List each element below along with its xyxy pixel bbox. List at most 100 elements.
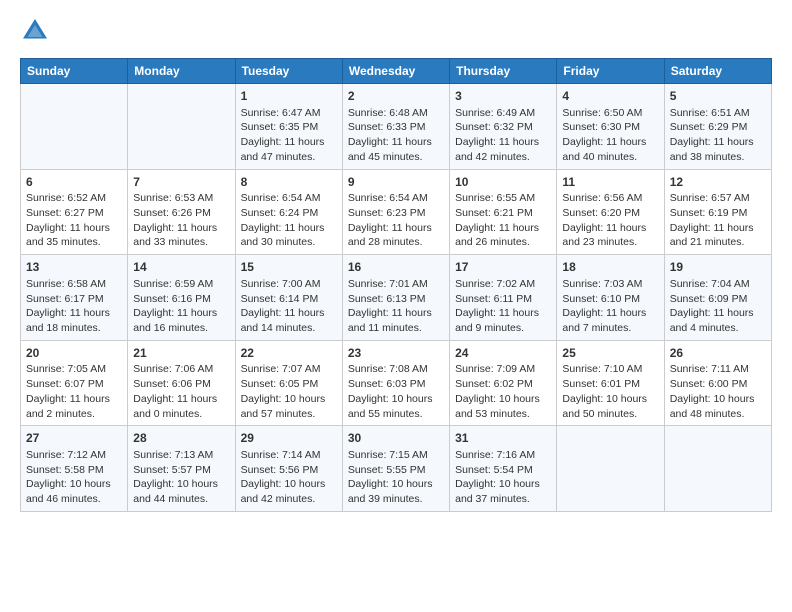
calendar-cell: 10Sunrise: 6:55 AM Sunset: 6:21 PM Dayli… [450, 169, 557, 255]
weekday-header: Wednesday [342, 59, 449, 84]
cell-content: Sunrise: 6:48 AM Sunset: 6:33 PM Dayligh… [348, 106, 444, 165]
logo [20, 16, 54, 46]
calendar-week: 6Sunrise: 6:52 AM Sunset: 6:27 PM Daylig… [21, 169, 772, 255]
calendar-cell: 20Sunrise: 7:05 AM Sunset: 6:07 PM Dayli… [21, 340, 128, 426]
day-number: 28 [133, 430, 229, 447]
cell-content: Sunrise: 6:56 AM Sunset: 6:20 PM Dayligh… [562, 191, 658, 250]
cell-content: Sunrise: 7:05 AM Sunset: 6:07 PM Dayligh… [26, 362, 122, 421]
calendar-cell: 19Sunrise: 7:04 AM Sunset: 6:09 PM Dayli… [664, 255, 771, 341]
day-number: 13 [26, 259, 122, 276]
calendar-cell: 24Sunrise: 7:09 AM Sunset: 6:02 PM Dayli… [450, 340, 557, 426]
weekday-header: Friday [557, 59, 664, 84]
day-number: 1 [241, 88, 337, 105]
cell-content: Sunrise: 6:52 AM Sunset: 6:27 PM Dayligh… [26, 191, 122, 250]
calendar-cell: 26Sunrise: 7:11 AM Sunset: 6:00 PM Dayli… [664, 340, 771, 426]
cell-content: Sunrise: 6:53 AM Sunset: 6:26 PM Dayligh… [133, 191, 229, 250]
calendar-cell: 11Sunrise: 6:56 AM Sunset: 6:20 PM Dayli… [557, 169, 664, 255]
cell-content: Sunrise: 7:15 AM Sunset: 5:55 PM Dayligh… [348, 448, 444, 507]
day-number: 3 [455, 88, 551, 105]
day-number: 6 [26, 174, 122, 191]
day-number: 10 [455, 174, 551, 191]
day-number: 27 [26, 430, 122, 447]
calendar-cell: 1Sunrise: 6:47 AM Sunset: 6:35 PM Daylig… [235, 84, 342, 170]
header-row: SundayMondayTuesdayWednesdayThursdayFrid… [21, 59, 772, 84]
cell-content: Sunrise: 7:16 AM Sunset: 5:54 PM Dayligh… [455, 448, 551, 507]
page-header [20, 16, 772, 46]
cell-content: Sunrise: 6:57 AM Sunset: 6:19 PM Dayligh… [670, 191, 766, 250]
cell-content: Sunrise: 6:59 AM Sunset: 6:16 PM Dayligh… [133, 277, 229, 336]
calendar-cell: 15Sunrise: 7:00 AM Sunset: 6:14 PM Dayli… [235, 255, 342, 341]
cell-content: Sunrise: 6:49 AM Sunset: 6:32 PM Dayligh… [455, 106, 551, 165]
cell-content: Sunrise: 7:06 AM Sunset: 6:06 PM Dayligh… [133, 362, 229, 421]
cell-content: Sunrise: 7:07 AM Sunset: 6:05 PM Dayligh… [241, 362, 337, 421]
calendar-body: 1Sunrise: 6:47 AM Sunset: 6:35 PM Daylig… [21, 84, 772, 512]
cell-content: Sunrise: 7:09 AM Sunset: 6:02 PM Dayligh… [455, 362, 551, 421]
calendar-cell [664, 426, 771, 512]
calendar-cell: 17Sunrise: 7:02 AM Sunset: 6:11 PM Dayli… [450, 255, 557, 341]
cell-content: Sunrise: 6:58 AM Sunset: 6:17 PM Dayligh… [26, 277, 122, 336]
cell-content: Sunrise: 7:04 AM Sunset: 6:09 PM Dayligh… [670, 277, 766, 336]
day-number: 21 [133, 345, 229, 362]
calendar-cell: 16Sunrise: 7:01 AM Sunset: 6:13 PM Dayli… [342, 255, 449, 341]
day-number: 5 [670, 88, 766, 105]
calendar-cell: 2Sunrise: 6:48 AM Sunset: 6:33 PM Daylig… [342, 84, 449, 170]
calendar-cell: 3Sunrise: 6:49 AM Sunset: 6:32 PM Daylig… [450, 84, 557, 170]
cell-content: Sunrise: 7:10 AM Sunset: 6:01 PM Dayligh… [562, 362, 658, 421]
day-number: 24 [455, 345, 551, 362]
day-number: 4 [562, 88, 658, 105]
calendar-cell: 27Sunrise: 7:12 AM Sunset: 5:58 PM Dayli… [21, 426, 128, 512]
cell-content: Sunrise: 6:55 AM Sunset: 6:21 PM Dayligh… [455, 191, 551, 250]
calendar-cell: 12Sunrise: 6:57 AM Sunset: 6:19 PM Dayli… [664, 169, 771, 255]
day-number: 2 [348, 88, 444, 105]
cell-content: Sunrise: 6:47 AM Sunset: 6:35 PM Dayligh… [241, 106, 337, 165]
calendar-cell [21, 84, 128, 170]
day-number: 31 [455, 430, 551, 447]
calendar-cell: 25Sunrise: 7:10 AM Sunset: 6:01 PM Dayli… [557, 340, 664, 426]
logo-icon [20, 16, 50, 46]
calendar-week: 13Sunrise: 6:58 AM Sunset: 6:17 PM Dayli… [21, 255, 772, 341]
calendar-cell [557, 426, 664, 512]
day-number: 15 [241, 259, 337, 276]
calendar-cell: 8Sunrise: 6:54 AM Sunset: 6:24 PM Daylig… [235, 169, 342, 255]
calendar-cell: 9Sunrise: 6:54 AM Sunset: 6:23 PM Daylig… [342, 169, 449, 255]
cell-content: Sunrise: 7:12 AM Sunset: 5:58 PM Dayligh… [26, 448, 122, 507]
day-number: 29 [241, 430, 337, 447]
cell-content: Sunrise: 7:11 AM Sunset: 6:00 PM Dayligh… [670, 362, 766, 421]
cell-content: Sunrise: 6:51 AM Sunset: 6:29 PM Dayligh… [670, 106, 766, 165]
day-number: 18 [562, 259, 658, 276]
day-number: 19 [670, 259, 766, 276]
cell-content: Sunrise: 6:50 AM Sunset: 6:30 PM Dayligh… [562, 106, 658, 165]
day-number: 17 [455, 259, 551, 276]
day-number: 16 [348, 259, 444, 276]
calendar-cell: 7Sunrise: 6:53 AM Sunset: 6:26 PM Daylig… [128, 169, 235, 255]
calendar-cell: 6Sunrise: 6:52 AM Sunset: 6:27 PM Daylig… [21, 169, 128, 255]
calendar-cell: 23Sunrise: 7:08 AM Sunset: 6:03 PM Dayli… [342, 340, 449, 426]
cell-content: Sunrise: 7:01 AM Sunset: 6:13 PM Dayligh… [348, 277, 444, 336]
cell-content: Sunrise: 7:14 AM Sunset: 5:56 PM Dayligh… [241, 448, 337, 507]
weekday-header: Sunday [21, 59, 128, 84]
calendar-cell: 13Sunrise: 6:58 AM Sunset: 6:17 PM Dayli… [21, 255, 128, 341]
day-number: 23 [348, 345, 444, 362]
weekday-header: Saturday [664, 59, 771, 84]
cell-content: Sunrise: 7:03 AM Sunset: 6:10 PM Dayligh… [562, 277, 658, 336]
weekday-header: Thursday [450, 59, 557, 84]
calendar-cell: 30Sunrise: 7:15 AM Sunset: 5:55 PM Dayli… [342, 426, 449, 512]
day-number: 14 [133, 259, 229, 276]
calendar-week: 27Sunrise: 7:12 AM Sunset: 5:58 PM Dayli… [21, 426, 772, 512]
calendar-cell: 18Sunrise: 7:03 AM Sunset: 6:10 PM Dayli… [557, 255, 664, 341]
calendar-cell: 21Sunrise: 7:06 AM Sunset: 6:06 PM Dayli… [128, 340, 235, 426]
cell-content: Sunrise: 7:13 AM Sunset: 5:57 PM Dayligh… [133, 448, 229, 507]
day-number: 20 [26, 345, 122, 362]
day-number: 25 [562, 345, 658, 362]
calendar-week: 1Sunrise: 6:47 AM Sunset: 6:35 PM Daylig… [21, 84, 772, 170]
calendar-cell: 29Sunrise: 7:14 AM Sunset: 5:56 PM Dayli… [235, 426, 342, 512]
calendar-week: 20Sunrise: 7:05 AM Sunset: 6:07 PM Dayli… [21, 340, 772, 426]
day-number: 30 [348, 430, 444, 447]
calendar-cell: 28Sunrise: 7:13 AM Sunset: 5:57 PM Dayli… [128, 426, 235, 512]
day-number: 26 [670, 345, 766, 362]
day-number: 8 [241, 174, 337, 191]
day-number: 12 [670, 174, 766, 191]
calendar-cell: 5Sunrise: 6:51 AM Sunset: 6:29 PM Daylig… [664, 84, 771, 170]
day-number: 9 [348, 174, 444, 191]
cell-content: Sunrise: 7:00 AM Sunset: 6:14 PM Dayligh… [241, 277, 337, 336]
